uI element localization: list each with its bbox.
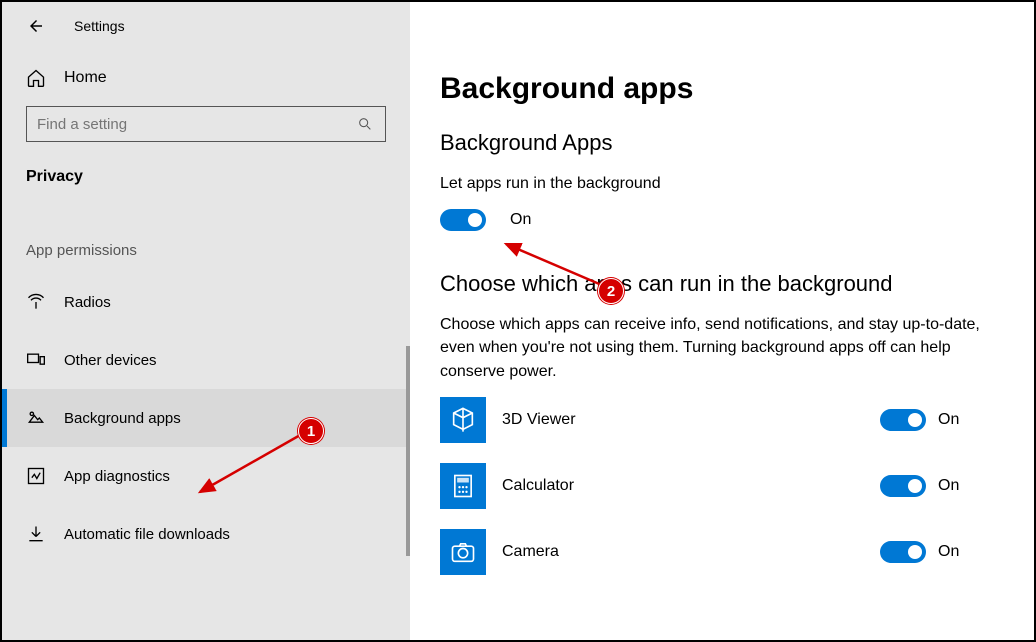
settings-sidebar: Settings Home Privacy App permissions Ra… <box>2 2 410 640</box>
search-input[interactable] <box>37 116 355 133</box>
sidebar-scrollbar[interactable] <box>406 346 410 556</box>
master-toggle[interactable] <box>440 209 486 231</box>
back-arrow-icon <box>27 17 45 35</box>
app-toggle-calculator[interactable] <box>880 475 926 497</box>
sidebar-item-background-apps[interactable]: Background apps <box>2 389 410 447</box>
devices-icon <box>26 350 46 370</box>
search-icon <box>355 114 375 134</box>
main-content: Background apps Background Apps Let apps… <box>410 2 1034 640</box>
app-row-3d-viewer: 3D Viewer On <box>440 397 1010 443</box>
app-label: Camera <box>502 543 864 561</box>
sidebar-item-radios[interactable]: Radios <box>2 273 410 331</box>
app-toggle-camera[interactable] <box>880 541 926 563</box>
master-toggle-row: On <box>440 209 1010 231</box>
app-toggle-state: On <box>938 477 959 495</box>
app-toggle-state: On <box>938 411 959 429</box>
search-box[interactable] <box>26 106 386 142</box>
app-toggle-3d-viewer[interactable] <box>880 409 926 431</box>
app-toggle-state: On <box>938 543 959 561</box>
app-label: Calculator <box>502 477 864 495</box>
sidebar-item-label: Radios <box>64 294 111 311</box>
sidebar-item-app-diagnostics[interactable]: App diagnostics <box>2 447 410 505</box>
section2-text: Choose which apps can receive info, send… <box>440 313 1000 383</box>
sidebar-item-other-devices[interactable]: Other devices <box>2 331 410 389</box>
annotation-badge-2: 2 <box>598 278 624 304</box>
section1-heading: Background Apps <box>440 130 1010 156</box>
sidebar-item-label: App diagnostics <box>64 468 170 485</box>
camera-icon <box>449 538 477 566</box>
app-row-calculator: Calculator On <box>440 463 1010 509</box>
home-label: Home <box>64 69 107 87</box>
sidebar-item-label: Automatic file downloads <box>64 526 230 543</box>
search-container <box>2 106 410 158</box>
page-title: Background apps <box>440 72 1010 106</box>
radios-icon <box>26 292 46 312</box>
sidebar-item-label: Background apps <box>64 410 181 427</box>
sidebar-item-automatic-file-downloads[interactable]: Automatic file downloads <box>2 505 410 563</box>
app-tile-camera <box>440 529 486 575</box>
app-label: 3D Viewer <box>502 411 864 429</box>
app-tile-calculator <box>440 463 486 509</box>
background-apps-icon <box>26 408 46 428</box>
back-button[interactable] <box>26 16 46 36</box>
diagnostics-icon <box>26 466 46 486</box>
downloads-icon <box>26 524 46 544</box>
app-tile-3d-viewer <box>440 397 486 443</box>
section2-heading: Choose which apps can run in the backgro… <box>440 271 1010 297</box>
titlebar: Settings <box>2 2 410 50</box>
annotation-badge-1: 1 <box>298 418 324 444</box>
app-row-camera: Camera On <box>440 529 1010 575</box>
sidebar-group-app-permissions: App permissions <box>2 208 410 273</box>
home-icon <box>26 68 46 88</box>
master-toggle-state: On <box>510 211 531 229</box>
app-title: Settings <box>74 18 125 34</box>
section1-text: Let apps run in the background <box>440 172 1000 195</box>
sidebar-item-home[interactable]: Home <box>2 50 410 106</box>
calculator-icon <box>449 472 477 500</box>
cube-icon <box>449 406 477 434</box>
sidebar-item-label: Other devices <box>64 352 157 369</box>
sidebar-group-privacy: Privacy <box>2 158 410 208</box>
